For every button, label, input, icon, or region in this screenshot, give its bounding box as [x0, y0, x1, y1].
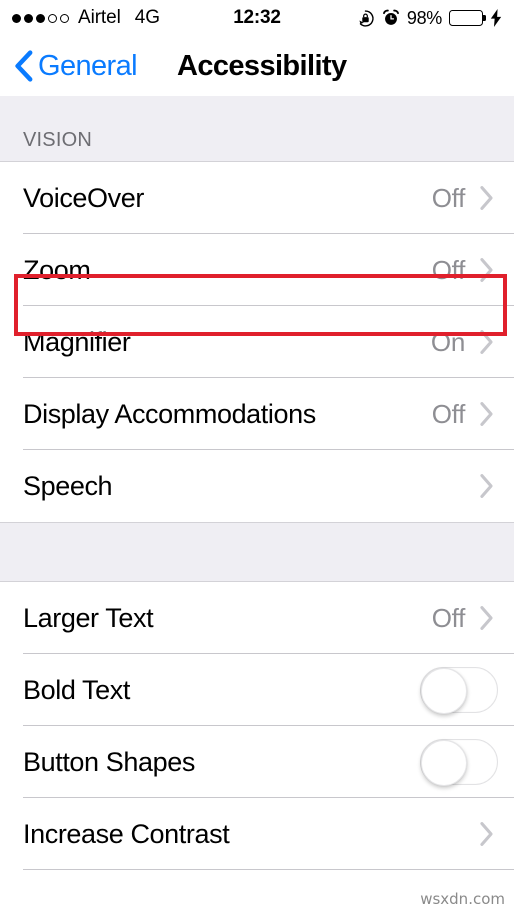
settings-group-text: Larger Text Off Bold Text Button Shapes	[0, 582, 514, 870]
back-button[interactable]: General	[14, 49, 138, 83]
settings-row-button-shapes[interactable]: Button Shapes	[0, 726, 514, 798]
settings-row-label: Bold Text	[23, 674, 130, 705]
toggle-knob	[420, 667, 467, 714]
button-shapes-toggle[interactable]	[420, 739, 498, 786]
settings-row-label: Speech	[23, 470, 113, 501]
settings-row-label: Zoom	[23, 254, 91, 285]
settings-row-magnifier[interactable]: Magnifier On	[0, 306, 514, 378]
alarm-clock-icon	[382, 9, 400, 27]
settings-row-voiceover[interactable]: VoiceOver Off	[0, 162, 514, 234]
battery-percentage: 98%	[406, 7, 442, 28]
section-header-vision: VISION	[0, 96, 514, 162]
signal-strength-icon	[12, 13, 69, 23]
navigation-bar: General Accessibility	[0, 36, 514, 96]
rotation-lock-icon	[356, 9, 375, 28]
settings-row-display-accommodations[interactable]: Display Accommodations Off	[0, 378, 514, 450]
chevron-right-icon	[479, 821, 498, 847]
settings-row-value: Off	[431, 254, 466, 285]
section-gap	[0, 522, 514, 582]
chevron-right-icon	[479, 329, 498, 355]
chevron-right-icon	[479, 605, 498, 631]
settings-row-label: Button Shapes	[23, 746, 195, 777]
settings-row-label: Larger Text	[23, 602, 154, 633]
settings-row-value: Off	[431, 398, 466, 429]
page-title: Accessibility	[176, 49, 347, 82]
chevron-right-icon	[479, 185, 498, 211]
bold-text-toggle[interactable]	[420, 667, 498, 714]
settings-row-label: Display Accommodations	[23, 398, 316, 429]
status-bar-right: 98%	[356, 8, 502, 29]
battery-icon	[449, 10, 486, 26]
carrier-name: Airtel	[78, 7, 121, 28]
settings-row-label: VoiceOver	[23, 182, 144, 213]
settings-list: VISION VoiceOver Off Zoom Off Magnifier …	[0, 96, 514, 870]
status-bar-left: Airtel 4G	[12, 7, 160, 29]
section-header-label: VISION	[23, 129, 92, 151]
toggle-knob	[420, 739, 467, 786]
back-button-label: General	[38, 49, 138, 82]
chevron-right-icon	[479, 257, 498, 283]
chevron-right-icon	[479, 401, 498, 427]
settings-group-vision: VoiceOver Off Zoom Off Magnifier On Disp…	[0, 162, 514, 522]
settings-row-larger-text[interactable]: Larger Text Off	[0, 582, 514, 654]
settings-row-value: Off	[431, 602, 466, 633]
settings-row-value: Off	[431, 182, 466, 213]
watermark: wsxdn.com	[420, 890, 505, 908]
settings-row-label: Increase Contrast	[23, 818, 230, 849]
settings-row-label: Magnifier	[23, 326, 131, 357]
chevron-right-icon	[479, 473, 498, 499]
settings-row-bold-text[interactable]: Bold Text	[0, 654, 514, 726]
settings-row-increase-contrast[interactable]: Increase Contrast	[0, 798, 514, 870]
status-bar: Airtel 4G 12:32 98%	[0, 0, 514, 36]
network-type: 4G	[134, 7, 161, 28]
settings-row-speech[interactable]: Speech	[0, 450, 514, 522]
chevron-left-icon	[14, 50, 33, 82]
settings-row-zoom[interactable]: Zoom Off	[0, 234, 514, 306]
charging-bolt-icon	[490, 9, 502, 27]
settings-row-value: On	[430, 326, 465, 357]
